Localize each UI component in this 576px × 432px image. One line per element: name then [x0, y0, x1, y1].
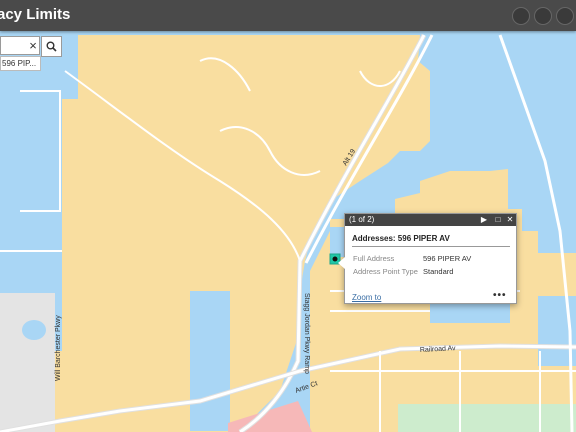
feature-popup: (1 of 2) ▶ □ ✕ Addresses: 596 PIPER AV F…: [338, 213, 517, 304]
pond: [190, 291, 230, 431]
field-label: Address Point Type: [353, 267, 418, 276]
window-button-yellow[interactable]: [534, 7, 552, 25]
search-suggestion[interactable]: 596 PIP...: [0, 56, 41, 71]
maximize-icon[interactable]: □: [493, 215, 503, 225]
close-icon[interactable]: ✕: [505, 215, 515, 225]
app-title: acy Limits: [0, 6, 71, 23]
field-value: Standard: [423, 267, 454, 276]
popup-counter: (1 of 2): [349, 215, 375, 224]
chevron-right-icon[interactable]: ▶: [479, 215, 489, 225]
canal: [430, 153, 500, 167]
popup-title: Addresses: 596 PIPER AV: [352, 234, 450, 243]
popup-pointer: [338, 257, 345, 269]
window-button-red[interactable]: [512, 7, 530, 25]
search-button[interactable]: [41, 36, 62, 57]
close-icon[interactable]: ×: [27, 38, 39, 53]
road-label-stagg: Stagg Jordan Pkwy Ramp: [303, 293, 310, 374]
popup-divider: [352, 246, 510, 247]
search-icon: [46, 41, 57, 52]
park-area: [398, 404, 576, 432]
zoom-to-link[interactable]: Zoom to: [352, 293, 381, 302]
field-label: Full Address: [353, 254, 395, 263]
gray-area: [0, 293, 55, 432]
popup-header: (1 of 2) ▶ □ ✕: [345, 214, 516, 226]
bay: [0, 35, 18, 325]
app-title-bar: acy Limits: [0, 0, 576, 31]
field-value: 596 PIPER AV: [423, 254, 472, 263]
search-widget: × 596 PIP...: [0, 36, 62, 71]
window-button-green[interactable]: [556, 7, 574, 25]
pond-small: [22, 320, 46, 340]
canal: [430, 301, 510, 323]
canal: [522, 181, 576, 231]
road-label-will-barchester: Will Barchester Pkwy: [55, 315, 62, 381]
more-icon[interactable]: •••: [493, 290, 507, 301]
